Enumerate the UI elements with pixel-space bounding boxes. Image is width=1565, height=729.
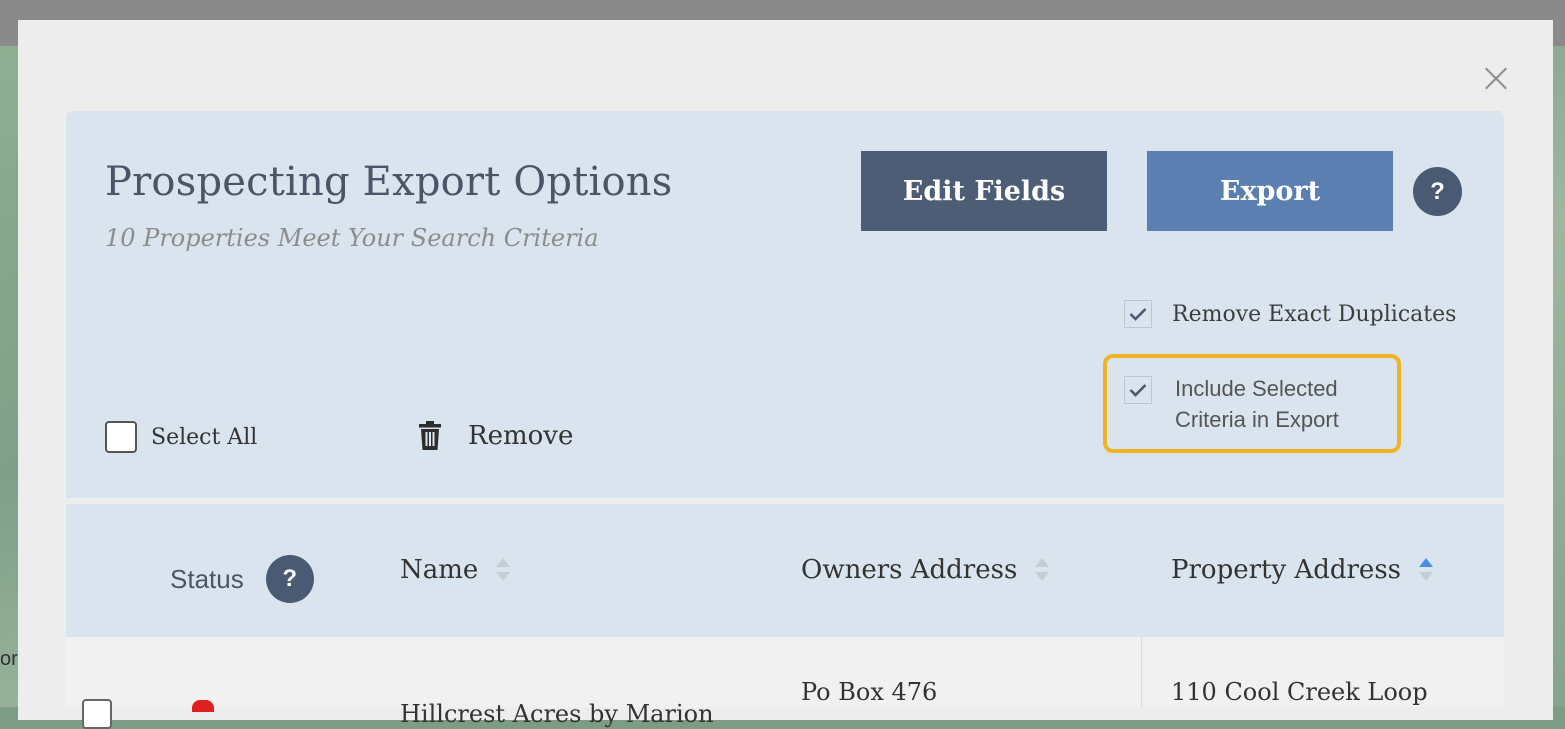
background-map-label: or bbox=[0, 648, 18, 670]
include-criteria-label-line2: Criteria in Export bbox=[1175, 407, 1339, 432]
cell-property-address: 110 Cool Creek Loop bbox=[1171, 678, 1428, 706]
column-header-status-label: Status bbox=[170, 563, 244, 594]
export-button[interactable]: Export bbox=[1147, 151, 1393, 231]
remove-button[interactable]: Remove bbox=[418, 421, 573, 451]
column-header-property-address-label: Property Address bbox=[1171, 555, 1402, 585]
help-icon[interactable]: ? bbox=[1413, 167, 1462, 216]
close-icon[interactable] bbox=[1480, 62, 1512, 94]
sort-icon[interactable] bbox=[1035, 555, 1050, 585]
select-all-option[interactable]: Select All bbox=[105, 421, 257, 453]
include-criteria-label-line1: Include Selected bbox=[1175, 376, 1338, 401]
checkmark-icon bbox=[1129, 308, 1147, 321]
remove-label: Remove bbox=[468, 421, 574, 451]
results-count-subtitle: 10 Properties Meet Your Search Criteria bbox=[105, 224, 599, 252]
row-checkbox[interactable] bbox=[82, 699, 112, 729]
edit-fields-button[interactable]: Edit Fields bbox=[861, 151, 1107, 231]
column-header-status: Status ? bbox=[170, 555, 314, 603]
include-criteria-checkbox[interactable] bbox=[1124, 376, 1152, 404]
select-all-checkbox[interactable] bbox=[105, 421, 137, 453]
column-header-owners-address-label: Owners Address bbox=[801, 555, 1018, 585]
remove-duplicates-checkbox[interactable] bbox=[1124, 300, 1152, 328]
column-header-owners-address[interactable]: Owners Address bbox=[801, 555, 1050, 585]
remove-duplicates-option[interactable]: Remove Exact Duplicates bbox=[1124, 300, 1456, 328]
column-header-name[interactable]: Name bbox=[400, 555, 511, 585]
remove-duplicates-label: Remove Exact Duplicates bbox=[1172, 301, 1457, 327]
include-criteria-label: Include Selected Criteria in Export bbox=[1175, 373, 1339, 435]
select-all-label: Select All bbox=[151, 424, 258, 450]
cell-owners-address: Po Box 476 bbox=[801, 678, 938, 706]
column-header-name-label: Name bbox=[400, 555, 479, 585]
status-help-icon[interactable]: ? bbox=[265, 555, 314, 603]
column-header-property-address[interactable]: Property Address bbox=[1171, 555, 1434, 585]
status-flag-icon bbox=[192, 700, 214, 712]
trash-icon bbox=[419, 421, 441, 450]
page-title: Prospecting Export Options bbox=[105, 159, 673, 205]
cell-name: Hillcrest Acres by Marion bbox=[400, 700, 714, 728]
column-divider bbox=[1141, 637, 1142, 707]
sort-ascending-icon[interactable] bbox=[1419, 555, 1434, 585]
sort-icon[interactable] bbox=[496, 555, 511, 585]
checkmark-icon bbox=[1129, 384, 1147, 397]
